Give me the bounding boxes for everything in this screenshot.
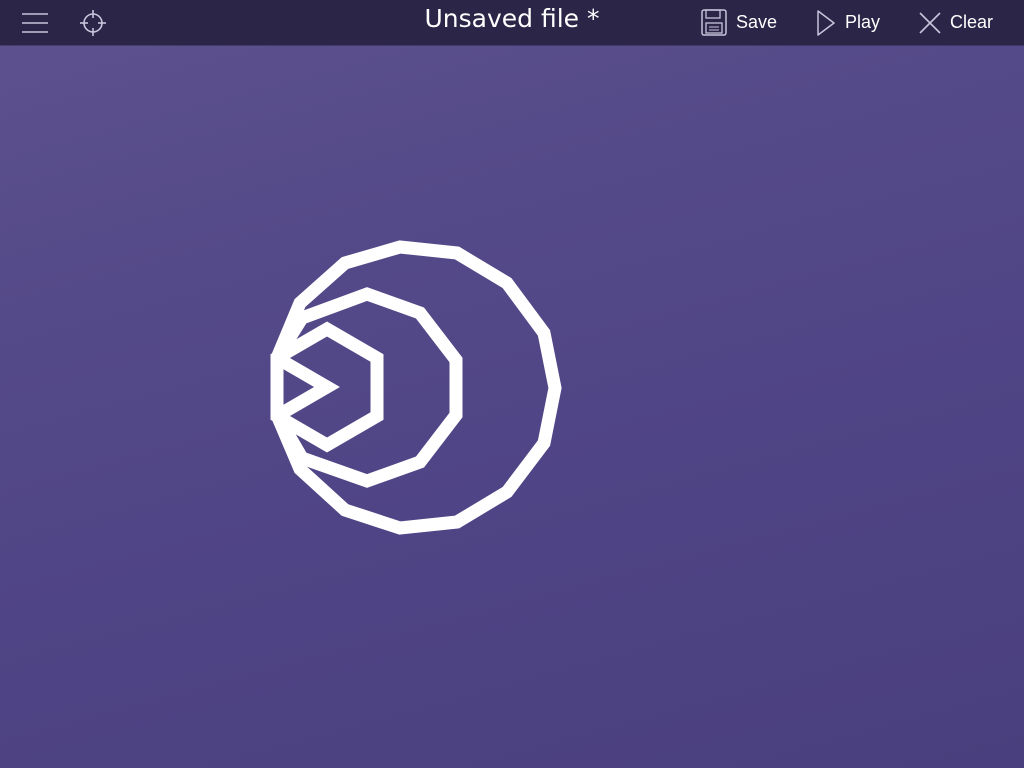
hamburger-menu-icon (22, 12, 48, 33)
toolbar: Unsaved file * Save Play Clear (0, 0, 1024, 45)
app-window: Unsaved file * Save Play Clear (0, 0, 1024, 768)
play-triangle-icon (817, 9, 835, 36)
play-label: Play (845, 12, 881, 32)
locate-button[interactable] (72, 0, 114, 45)
x-close-icon (919, 11, 941, 34)
floppy-disk-icon (701, 9, 727, 36)
save-button[interactable]: Save (701, 0, 777, 45)
play-button[interactable]: Play (816, 0, 880, 45)
menu-button[interactable] (14, 0, 56, 45)
arrowhead (273, 352, 340, 422)
crosshair-icon (80, 9, 106, 36)
drawing-canvas[interactable] (0, 45, 1024, 768)
save-label: Save (736, 12, 778, 32)
file-title: Unsaved file * (424, 4, 600, 33)
middle-polygon (270, 287, 463, 488)
clear-label: Clear (950, 12, 994, 32)
clear-button[interactable]: Clear (919, 0, 993, 45)
